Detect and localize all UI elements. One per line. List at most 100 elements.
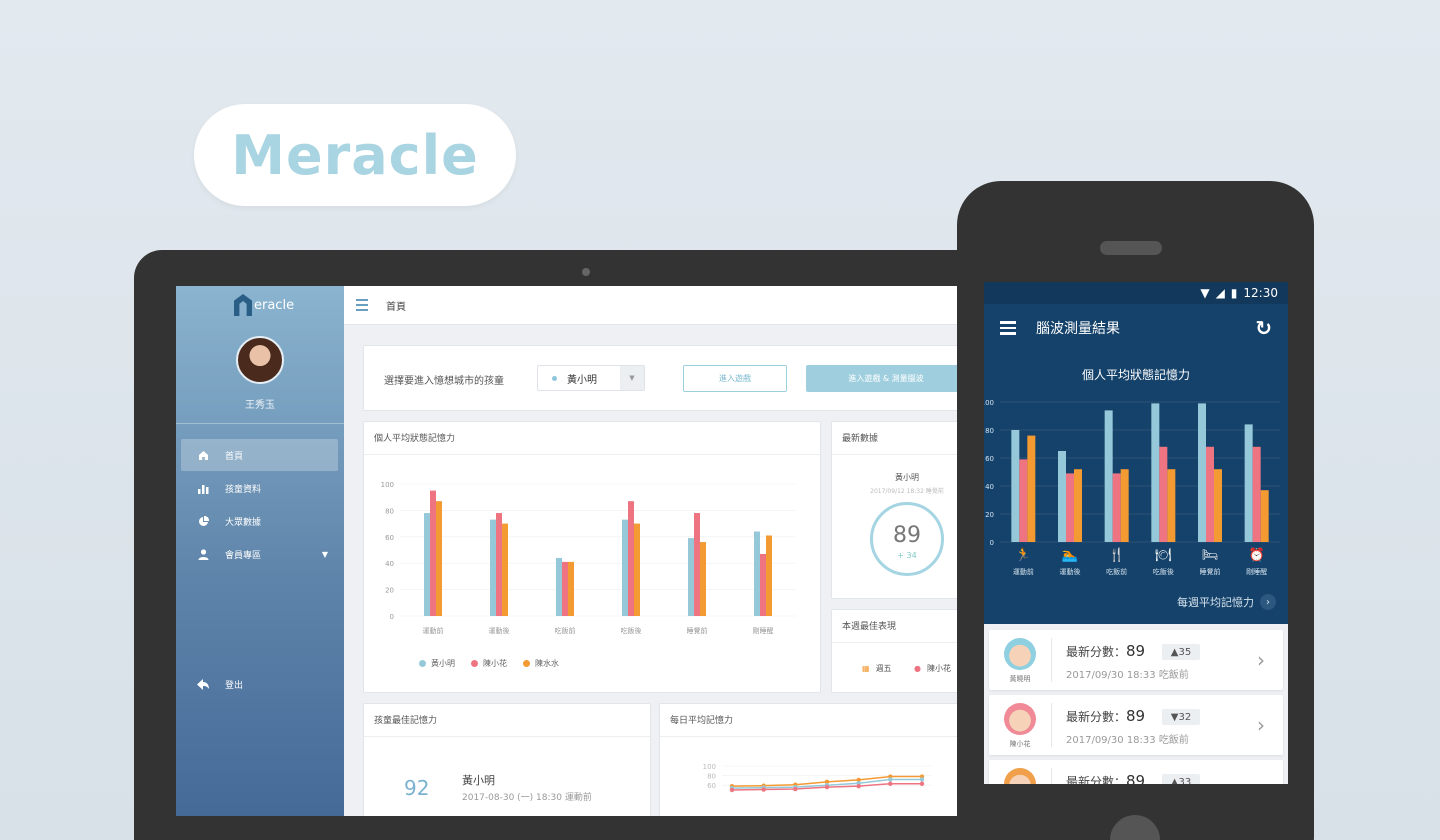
- bar: [502, 523, 508, 616]
- score-line: 最新分數：89: [1066, 707, 1145, 725]
- refresh-icon[interactable]: ↻: [1255, 316, 1272, 340]
- y-tick-label: 20: [985, 511, 994, 519]
- user-icon: ●: [914, 664, 921, 673]
- x-tick-label: 吃飯後: [621, 626, 642, 635]
- y-tick-label: 100: [984, 399, 994, 407]
- personal-memory-bar-chart: 0 20 40 60 80 100 運動前 運動後 吃飯前 吃飯後 睡覺前 剛睡醒: [381, 481, 796, 635]
- x-tick-label: 吃飯後: [1153, 567, 1174, 576]
- list-item[interactable]: 最新分數：89 ▲33 ›: [989, 760, 1283, 784]
- weekly-average-label: 每週平均記憶力: [1177, 596, 1254, 609]
- bar: [760, 553, 766, 616]
- logout-arrow-icon: [197, 678, 209, 690]
- phone-bar-chart: 0 20 40 60 80 100 🏃 運動前 🏊 運動後 🍴 吃飯前 🍽 吃飯後 🛏 睡覺前 ⏰ 剛睡醒: [984, 399, 1280, 576]
- bar: [1112, 473, 1121, 542]
- x-tick-label: 睡覺前: [1200, 567, 1221, 576]
- record-time: 2017/09/30 18:33 吃飯前: [1066, 670, 1189, 681]
- activity-icon: ⏰: [1249, 546, 1265, 563]
- score-label: 最新分數：: [1066, 775, 1127, 784]
- bar: [754, 531, 760, 616]
- legend-swatch: [419, 660, 426, 667]
- weekly-average-link[interactable]: 每週平均記憶力 ›: [1177, 594, 1276, 610]
- bar: [562, 561, 568, 616]
- bar: [1027, 435, 1036, 542]
- y-tick-label: 60: [385, 534, 394, 542]
- sidebar-item-home[interactable]: 首頁: [181, 439, 338, 471]
- bar: [1151, 403, 1160, 542]
- meracle-m-icon: [234, 294, 252, 316]
- menu-icon[interactable]: [356, 299, 368, 311]
- pie-chart-icon: [197, 515, 209, 527]
- top-bar: 首頁: [344, 286, 976, 325]
- score-label: 最新分數：: [1066, 710, 1127, 724]
- chevron-right-icon: ›: [1260, 594, 1276, 610]
- sidebar-item-public-data[interactable]: 大眾數據: [181, 505, 338, 537]
- logout-button[interactable]: 登出: [181, 668, 338, 700]
- bar: [1058, 451, 1066, 542]
- phone-speaker: [1100, 241, 1162, 255]
- user-name: 王秀玉: [245, 400, 275, 411]
- sidebar: eracle 王秀玉 首頁 孩童資料 大眾數據 會員專區 ▼ 登出: [176, 286, 344, 816]
- bar: [1214, 469, 1222, 542]
- page-title: 腦波測量結果: [1036, 321, 1120, 337]
- menu-icon[interactable]: [1000, 321, 1016, 335]
- score-delta-badge: ▲35: [1162, 644, 1200, 660]
- card-title: 孩童最佳記憶力: [374, 716, 438, 726]
- sidebar-item-member[interactable]: 會員專區 ▼: [181, 538, 338, 570]
- latest-score-ring: 89 + 34: [870, 502, 944, 576]
- bar: [1104, 410, 1113, 542]
- user-icon: [197, 548, 209, 560]
- score-value: 89: [1126, 707, 1146, 725]
- child-select-dropdown[interactable]: 黃小明 ▼: [537, 365, 645, 391]
- bar: [688, 538, 694, 616]
- list-item[interactable]: 黃曉明 最新分數：89 ▲35 2017/09/30 18:33 吃飯前 ›: [989, 630, 1283, 690]
- score-label: 最新分數：: [1066, 645, 1127, 659]
- bar: [1066, 473, 1074, 542]
- child-name: 陳小花: [1009, 740, 1031, 748]
- data-point: [793, 786, 798, 792]
- brand-logo: Meracle: [194, 104, 516, 206]
- enter-game-button[interactable]: 進入遊戲: [683, 365, 787, 392]
- score-value: 89: [1126, 642, 1146, 660]
- child-avatar: [1004, 768, 1036, 784]
- score-delta-badge: ▲33: [1162, 774, 1200, 784]
- breadcrumb: 首頁: [386, 301, 406, 313]
- tablet-screen: eracle 王秀玉 首頁 孩童資料 大眾數據 會員專區 ▼ 登出 首頁 選擇要…: [176, 286, 976, 816]
- wifi-icon: ▼: [1200, 286, 1210, 300]
- personal-memory-card: 個人平均狀態記憶力 0 20 40 60 80 100 運動前 運動後 吃飯前 吃飯後 睡覺前 剛睡醒…: [363, 421, 821, 693]
- sidebar-logo[interactable]: eracle: [234, 294, 294, 316]
- avatar[interactable]: [236, 336, 284, 384]
- legend-item[interactable]: 黃小明: [419, 658, 455, 669]
- legend-item[interactable]: 陳小花: [471, 658, 507, 669]
- home-button[interactable]: [1110, 815, 1160, 840]
- home-icon: [197, 449, 209, 461]
- calendar-icon: ▦: [862, 664, 870, 673]
- y-tick-label: 20: [385, 587, 394, 595]
- child-best-name: 黃小明: [462, 774, 495, 787]
- score-delta-badge: ▼32: [1162, 709, 1200, 725]
- y-tick-label: 80: [707, 773, 716, 781]
- bar: [1198, 403, 1206, 542]
- bar: [628, 501, 634, 616]
- chevron-down-icon: ▼: [321, 549, 328, 559]
- data-point: [888, 781, 893, 786]
- bar: [436, 501, 442, 616]
- bar: [568, 561, 574, 616]
- data-point: [824, 784, 830, 790]
- y-tick-label: 60: [985, 455, 994, 463]
- y-tick-label: 0: [990, 539, 994, 547]
- child-best-score: 92: [404, 776, 430, 800]
- child-avatar: [1004, 638, 1036, 670]
- bar: [1260, 490, 1269, 542]
- sidebar-item-children[interactable]: 孩童資料: [181, 472, 338, 504]
- bar: [1252, 446, 1261, 542]
- bar: [1244, 424, 1253, 542]
- legend-label: 黃小明: [431, 659, 455, 668]
- enter-game-measure-button[interactable]: 進入遊戲 & 測量腦波: [806, 365, 966, 392]
- app-bar: 腦波測量結果 ↻: [984, 304, 1288, 352]
- legend-item[interactable]: 陳水水: [523, 658, 559, 669]
- list-item[interactable]: 陳小花 最新分數：89 ▼32 2017/09/30 18:33 吃飯前 ›: [989, 695, 1283, 755]
- latest-score: 89: [893, 523, 921, 548]
- best-week-child: ● 陳小花: [914, 663, 951, 674]
- y-tick-label: 80: [385, 507, 394, 515]
- chevron-right-icon: ›: [1257, 713, 1265, 737]
